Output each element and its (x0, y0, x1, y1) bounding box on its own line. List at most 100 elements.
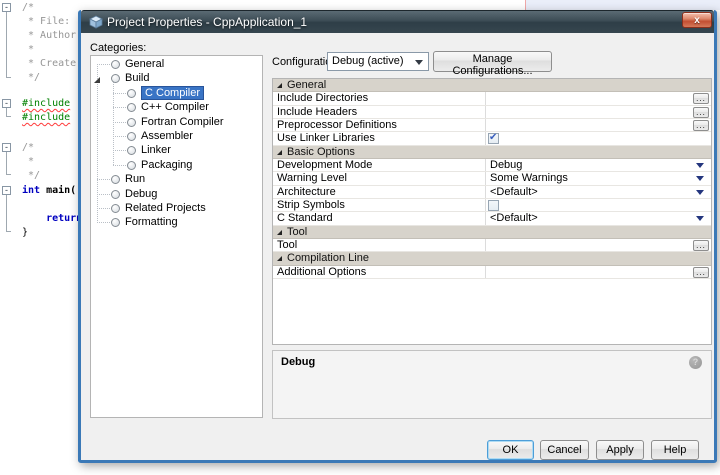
categories-tree[interactable]: General Build C CompilerC++ Compiler Fortra… (90, 55, 263, 418)
configuration-value: Debug (active) (332, 55, 404, 67)
property-label: Strip Symbols (273, 199, 486, 211)
code-line: /* (22, 142, 34, 154)
fold-guide-line (6, 12, 11, 78)
category-icon (111, 74, 120, 83)
property-value-warning-level[interactable]: Some Warnings (486, 172, 711, 184)
tree-item-label: C Compiler (141, 86, 204, 100)
category-icon (127, 103, 136, 112)
tree-connector (113, 150, 126, 151)
tree-item-related-projects[interactable]: Related Projects (91, 201, 262, 216)
category-icon (111, 204, 120, 213)
configuration-select[interactable]: Debug (active) (327, 52, 429, 71)
project-cube-icon (89, 15, 103, 29)
dialog-titlebar[interactable]: Project Properties - CppApplication_1 x (81, 10, 714, 33)
tree-item-debug[interactable]: Debug (91, 187, 262, 202)
browse-ellipsis-button[interactable]: ... (693, 240, 709, 251)
checkbox-strip-symbols[interactable] (488, 200, 499, 211)
sheet-row-strip-symbols: Strip Symbols (273, 199, 711, 212)
ok-button[interactable]: OK (487, 440, 534, 460)
code-editor[interactable]: ---- /* * File: * Author * * Create */#i… (0, 0, 90, 475)
browse-ellipsis-button[interactable]: ... (693, 120, 709, 131)
tree-connector (97, 194, 110, 195)
tree-item-label: Build (125, 72, 149, 84)
code-line: return (22, 213, 82, 225)
sheet-section-tool[interactable]: Tool (273, 226, 711, 239)
chevron-down-icon (696, 216, 704, 221)
tree-item-general[interactable]: General (91, 57, 262, 72)
section-collapse-icon (277, 150, 282, 155)
tree-item-label: General (125, 58, 164, 70)
tree-item-assembler[interactable]: Assembler (91, 129, 262, 144)
browse-ellipsis-button[interactable]: ... (693, 267, 709, 278)
tree-connector (113, 93, 126, 94)
tree-connector (97, 208, 110, 209)
property-label: Development Mode (273, 159, 486, 171)
tree-item-fortran-compiler[interactable]: Fortran Compiler (91, 115, 262, 130)
code-line: #include (22, 98, 70, 110)
fold-collapse-icon[interactable]: - (2, 143, 11, 152)
fold-guide-line (6, 195, 11, 232)
sheet-row-architecture: Architecture <Default> (273, 186, 711, 199)
fold-collapse-icon[interactable]: - (2, 3, 11, 12)
tree-item-label: Assembler (141, 130, 193, 142)
section-collapse-icon (277, 83, 282, 88)
property-sheet: GeneralInclude Directories...Include Hea… (272, 78, 712, 345)
chevron-down-icon (415, 60, 423, 65)
tree-item-packaging[interactable]: Packaging (91, 158, 262, 173)
description-panel: Debug ? (272, 350, 712, 419)
property-label: Preprocessor Definitions (273, 119, 486, 131)
property-label: Architecture (273, 186, 486, 198)
category-icon (127, 161, 136, 170)
sheet-row-tool: Tool... (273, 239, 711, 252)
tree-connector (97, 64, 110, 65)
browse-ellipsis-button[interactable]: ... (693, 107, 709, 118)
sheet-row-warning-level: Warning LevelSome Warnings (273, 172, 711, 185)
property-label: C Standard (273, 212, 486, 224)
property-value-development-mode[interactable]: Debug (486, 159, 711, 171)
property-value-architecture[interactable]: <Default> (486, 186, 711, 198)
combo-value: <Default> (490, 186, 538, 198)
property-value-tool: ... (486, 239, 711, 251)
tree-expanded-icon[interactable] (94, 77, 100, 83)
help-icon: ? (689, 356, 702, 369)
category-icon (111, 190, 120, 199)
fold-collapse-icon[interactable]: - (2, 186, 11, 195)
sheet-row-development-mode: Development ModeDebug (273, 159, 711, 172)
tree-connector (113, 136, 126, 137)
fold-collapse-icon[interactable]: - (2, 99, 11, 108)
apply-button[interactable]: Apply (596, 440, 644, 460)
tree-item-c-compiler[interactable]: C Compiler (91, 86, 262, 101)
tree-item-cpp-compiler[interactable]: C++ Compiler (91, 100, 262, 115)
code-line: #include (22, 112, 70, 124)
browse-ellipsis-button[interactable]: ... (693, 93, 709, 104)
sheet-section-basic-options[interactable]: Basic Options (273, 146, 711, 159)
cancel-button[interactable]: Cancel (540, 440, 589, 460)
code-line: */ (22, 72, 40, 84)
tree-item-build[interactable]: Build (91, 71, 262, 86)
manage-configurations-button[interactable]: Manage Configurations... (433, 51, 552, 72)
sheet-section-compilation-line[interactable]: Compilation Line (273, 252, 711, 265)
sheet-section-general[interactable]: General (273, 79, 711, 92)
category-icon (127, 89, 136, 98)
code-line: int main( (22, 185, 76, 197)
property-value-include-directories: ... (486, 92, 711, 104)
tree-item-formatting[interactable]: Formatting (91, 215, 262, 230)
close-icon[interactable]: x (682, 12, 712, 28)
property-value-include-headers: ... (486, 106, 711, 118)
property-label: Tool (273, 239, 486, 251)
category-icon (127, 146, 136, 155)
tree-item-label: C++ Compiler (141, 101, 209, 113)
checkbox-use-linker-libraries[interactable] (488, 133, 499, 144)
property-label: Warning Level (273, 172, 486, 184)
fold-guide-line (6, 108, 11, 117)
section-collapse-icon (277, 256, 282, 261)
code-line: * (22, 44, 34, 56)
dialog-title: Project Properties - CppApplication_1 (107, 15, 307, 29)
tree-item-linker[interactable]: Linker (91, 143, 262, 158)
tree-item-run[interactable]: Run (91, 172, 262, 187)
code-line: * File: (22, 16, 70, 28)
help-button[interactable]: Help (651, 440, 699, 460)
screen: ---- /* * File: * Author * * Create */#i… (0, 0, 720, 475)
property-label: Include Directories (273, 92, 486, 104)
property-value-c-standard[interactable]: <Default> (486, 212, 711, 224)
